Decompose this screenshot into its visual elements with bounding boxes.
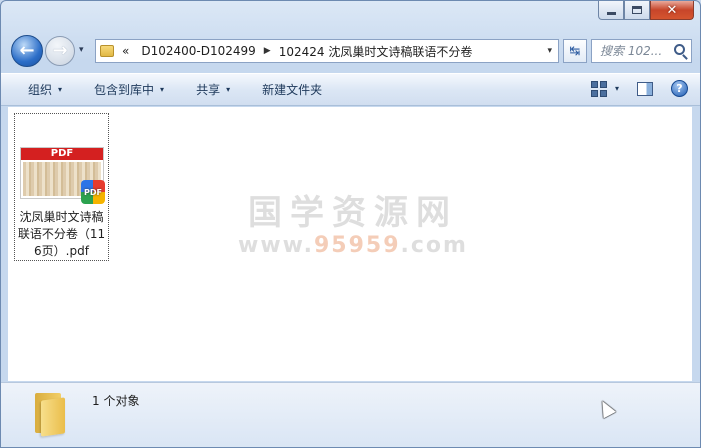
organize-button[interactable]: 组织 ▾ [28, 81, 62, 98]
search-input[interactable] [600, 44, 670, 58]
minimize-button[interactable] [598, 1, 624, 20]
refresh-button[interactable]: ↹ [563, 39, 587, 63]
share-label: 共享 [196, 83, 221, 97]
breadcrumb-item-current[interactable]: 102424 沈凤巢时文诗稿联语不分卷 [279, 43, 473, 60]
view-controls: ▾ ? [590, 80, 688, 97]
breadcrumb-overflow[interactable]: « [122, 44, 129, 58]
chevron-down-icon: ▾ [226, 85, 231, 94]
breadcrumb: « D102400-D102499 ▶ 102424 沈凤巢时文诗稿联语不分卷 [122, 43, 472, 60]
caption-buttons: ✕ [598, 1, 694, 21]
watermark: 国学资源网 www.95959.com [238, 193, 468, 259]
file-list-area[interactable]: PDF PDF 沈凤巢时文诗稿联语不分卷（116页）.pdf 国学资源网 www… [8, 107, 692, 381]
address-dropdown-icon[interactable]: ▾ [547, 46, 552, 56]
navigation-bar: ← → ▾ « D102400-D102499 ▶ 102424 沈凤巢时文诗稿… [9, 31, 692, 69]
organize-label: 组织 [28, 83, 53, 97]
minimize-icon [606, 11, 616, 15]
pdf-thumbnail: PDF PDF [20, 147, 105, 204]
history-dropdown-icon[interactable]: ▾ [79, 45, 84, 55]
watermark-url: www.95959.com [238, 233, 468, 258]
include-in-library-label: 包含到库中 [94, 83, 155, 97]
close-icon: ✕ [666, 2, 678, 18]
view-options-icon[interactable] [590, 80, 607, 97]
close-button[interactable]: ✕ [650, 1, 694, 20]
folder-icon [100, 45, 114, 57]
share-button[interactable]: 共享 ▾ [196, 81, 230, 98]
include-in-library-button[interactable]: 包含到库中 ▾ [94, 81, 164, 98]
breadcrumb-item-range[interactable]: D102400-D102499 [141, 44, 255, 58]
address-bar[interactable]: « D102400-D102499 ▶ 102424 沈凤巢时文诗稿联语不分卷 … [95, 39, 559, 63]
forward-button[interactable]: → [45, 36, 75, 66]
maximize-icon [632, 6, 642, 14]
details-pane: 1 个对象 [1, 382, 700, 447]
refresh-icon: ↹ [569, 43, 581, 59]
folder-icon [33, 389, 65, 437]
object-count: 1 个对象 [92, 394, 140, 408]
search-icon[interactable] [674, 44, 685, 55]
new-folder-label: 新建文件夹 [262, 83, 323, 97]
file-item[interactable]: PDF PDF 沈凤巢时文诗稿联语不分卷（116页）.pdf [14, 113, 109, 261]
breadcrumb-separator-icon[interactable]: ▶ [264, 46, 271, 56]
pdf-thumbnail-header: PDF [21, 148, 103, 160]
file-name: 沈凤巢时文诗稿联语不分卷（116页）.pdf [17, 210, 106, 258]
pdf-app-icon: PDF [81, 180, 105, 204]
back-arrow-icon: ← [19, 40, 35, 61]
chevron-down-icon: ▾ [160, 85, 165, 94]
search-box[interactable] [591, 39, 692, 63]
mouse-cursor-icon [596, 397, 616, 419]
maximize-button[interactable] [624, 1, 650, 20]
new-folder-button[interactable]: 新建文件夹 [262, 81, 322, 98]
watermark-text: 国学资源网 [248, 193, 458, 233]
back-button[interactable]: ← [11, 35, 43, 67]
help-icon[interactable]: ? [671, 80, 688, 97]
forward-arrow-icon: → [52, 40, 68, 61]
preview-pane-icon[interactable] [637, 81, 653, 96]
explorer-window: ✕ ← → ▾ « D102400-D102499 ▶ 102424 沈凤巢时文… [0, 0, 701, 448]
chevron-down-icon: ▾ [58, 85, 63, 94]
view-dropdown-icon[interactable]: ▾ [615, 84, 619, 93]
command-bar: 组织 ▾ 包含到库中 ▾ 共享 ▾ 新建文件夹 ▾ ? [1, 73, 700, 106]
